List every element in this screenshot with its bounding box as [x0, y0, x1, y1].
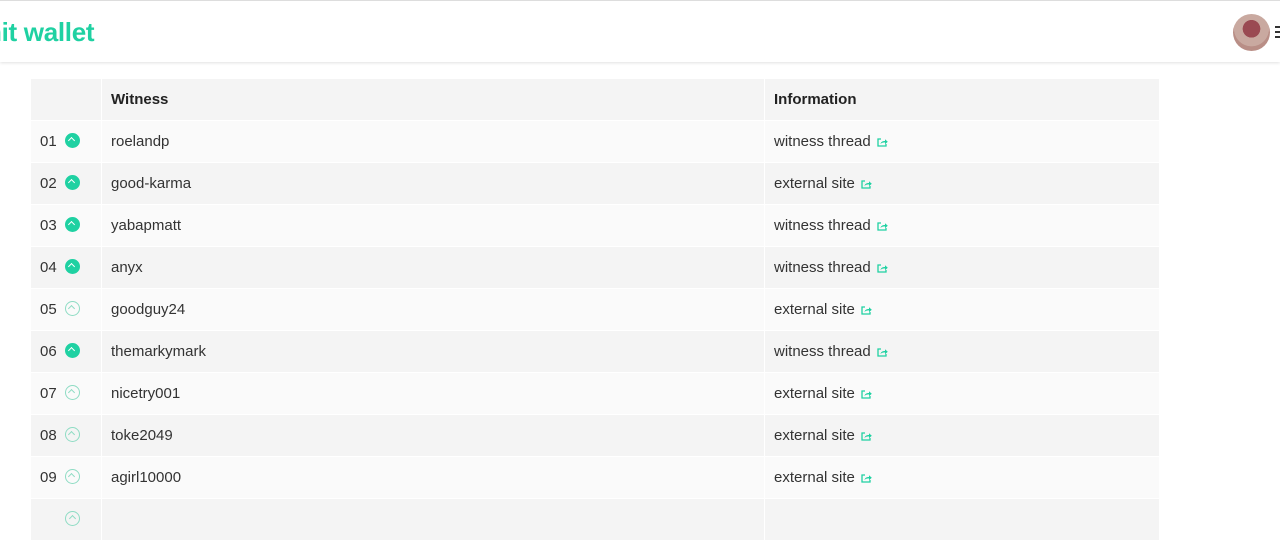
table-row: 09 agirl10000 external site — [31, 457, 1159, 498]
rank-cell — [31, 499, 101, 540]
header-rank — [31, 79, 101, 120]
rank-cell: 04 — [31, 247, 101, 288]
rank-cell: 07 — [31, 373, 101, 414]
external-link-icon[interactable] — [861, 306, 872, 315]
rank-cell: 08 — [31, 415, 101, 456]
rank: 06 — [40, 343, 57, 360]
table-row: 01 roelandp witness thread — [31, 121, 1159, 162]
witness-table: Witness Information 01 roelandp witness … — [30, 78, 1160, 541]
info-link[interactable]: witness thread — [774, 133, 871, 150]
witness-cell: roelandp — [102, 121, 764, 162]
info-cell — [765, 499, 1159, 540]
witness-cell: agirl10000 — [102, 457, 764, 498]
witness-link[interactable]: anyx — [111, 259, 143, 276]
upvote-icon[interactable] — [65, 511, 80, 526]
top-bar: hit wallet — [0, 0, 1280, 62]
rank-cell: 09 — [31, 457, 101, 498]
rank: 03 — [40, 217, 57, 234]
external-link-icon[interactable] — [861, 180, 872, 189]
rank: 09 — [40, 469, 57, 486]
avatar[interactable] — [1233, 14, 1270, 51]
rank-cell: 02 — [31, 163, 101, 204]
info-cell: external site — [765, 415, 1159, 456]
witness-link[interactable]: agirl10000 — [111, 469, 181, 486]
upvote-icon[interactable] — [64, 217, 80, 232]
info-link[interactable]: external site — [774, 469, 855, 486]
rank: 05 — [40, 301, 57, 318]
upvote-icon[interactable] — [64, 343, 80, 358]
menu-icon[interactable] — [1275, 26, 1280, 41]
external-link-icon[interactable] — [861, 474, 872, 483]
witness-link[interactable]: themarkymark — [111, 343, 206, 360]
info-link[interactable]: external site — [774, 427, 855, 444]
witness-cell: nicetry001 — [102, 373, 764, 414]
table-row: 06 themarkymark witness thread — [31, 331, 1159, 372]
info-cell: external site — [765, 163, 1159, 204]
rank: 08 — [40, 427, 57, 444]
table-row: 02 good-karma external site — [31, 163, 1159, 204]
info-cell: external site — [765, 373, 1159, 414]
external-link-icon[interactable] — [877, 138, 888, 147]
upvote-icon[interactable] — [64, 133, 80, 148]
rank: 01 — [40, 133, 57, 150]
info-link[interactable]: witness thread — [774, 217, 871, 234]
info-cell: witness thread — [765, 205, 1159, 246]
info-cell: witness thread — [765, 331, 1159, 372]
upvote-icon[interactable] — [64, 427, 80, 442]
info-link[interactable]: external site — [774, 301, 855, 318]
info-cell: external site — [765, 289, 1159, 330]
witness-link[interactable]: nicetry001 — [111, 385, 180, 402]
witness-cell: yabapmatt — [102, 205, 764, 246]
witness-link[interactable]: yabapmatt — [111, 217, 181, 234]
witness-cell: toke2049 — [102, 415, 764, 456]
witness-link[interactable]: roelandp — [111, 133, 169, 150]
table-row — [31, 499, 1159, 540]
rank: 07 — [40, 385, 57, 402]
witness-cell: good-karma — [102, 163, 764, 204]
upvote-icon[interactable] — [64, 469, 80, 484]
rank: 02 — [40, 175, 57, 192]
table-row: 04 anyx witness thread — [31, 247, 1159, 288]
rank: 04 — [40, 259, 57, 276]
witness-cell: goodguy24 — [102, 289, 764, 330]
witness-link[interactable]: goodguy24 — [111, 301, 185, 318]
rank-cell: 06 — [31, 331, 101, 372]
logo[interactable]: hit wallet — [0, 17, 95, 48]
upvote-icon[interactable] — [64, 175, 80, 190]
witness-link[interactable]: good-karma — [111, 175, 191, 192]
witness-cell: anyx — [102, 247, 764, 288]
external-link-icon[interactable] — [861, 390, 872, 399]
info-cell: external site — [765, 457, 1159, 498]
external-link-icon[interactable] — [877, 264, 888, 273]
header-witness: Witness — [102, 79, 764, 120]
table-row: 05 goodguy24 external site — [31, 289, 1159, 330]
table-row: 08 toke2049 external site — [31, 415, 1159, 456]
table-row: 03 yabapmatt witness thread — [31, 205, 1159, 246]
external-link-icon[interactable] — [877, 348, 888, 357]
upvote-icon[interactable] — [64, 301, 80, 316]
info-link[interactable]: witness thread — [774, 343, 871, 360]
table-row: 07 nicetry001 external site — [31, 373, 1159, 414]
witness-link[interactable]: toke2049 — [111, 427, 173, 444]
rank-cell: 03 — [31, 205, 101, 246]
upvote-icon[interactable] — [64, 259, 80, 274]
info-cell: witness thread — [765, 247, 1159, 288]
info-cell: witness thread — [765, 121, 1159, 162]
rank-cell: 01 — [31, 121, 101, 162]
witness-cell: themarkymark — [102, 331, 764, 372]
external-link-icon[interactable] — [877, 222, 888, 231]
rank-cell: 05 — [31, 289, 101, 330]
info-link[interactable]: external site — [774, 175, 855, 192]
info-link[interactable]: external site — [774, 385, 855, 402]
info-link[interactable]: witness thread — [774, 259, 871, 276]
upvote-icon[interactable] — [64, 385, 80, 400]
external-link-icon[interactable] — [861, 432, 872, 441]
witness-cell — [102, 499, 764, 540]
header-information: Information — [765, 79, 1159, 120]
